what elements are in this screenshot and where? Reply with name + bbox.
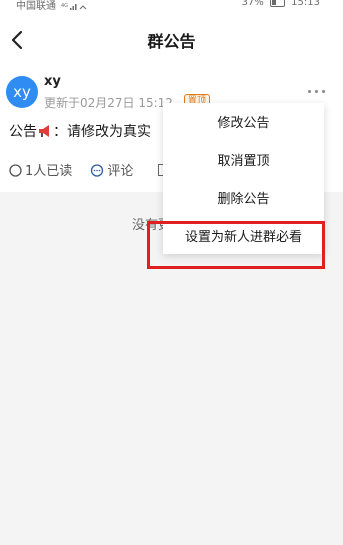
circle-icon: [9, 164, 22, 177]
battery-icon: [269, 0, 285, 7]
status-bar: 中国联通 4G 37% 15:13: [0, 0, 343, 12]
avatar[interactable]: xy: [6, 76, 38, 108]
status-right: 37% 15:13: [242, 0, 320, 8]
action-row: 1人已读 评论: [9, 160, 147, 179]
author-name: xy: [44, 74, 61, 89]
network-type: 4G: [61, 3, 68, 9]
battery-percent: 37%: [241, 0, 264, 8]
clock: 15:13: [291, 0, 320, 8]
highlight-box: [147, 221, 325, 269]
announcement-content: 公告 ：请修改为真实: [9, 121, 151, 141]
menu-item-edit[interactable]: 修改公告: [163, 105, 324, 143]
comment-label: 评论: [107, 164, 134, 179]
signal-icon: 4G: [61, 3, 87, 10]
nav-bar: 群公告: [0, 12, 343, 64]
read-count: 1人已读: [25, 164, 73, 179]
content-prefix: 公告: [9, 124, 37, 140]
content-text: ：请修改为真实: [53, 124, 151, 140]
page-title: 群公告: [147, 32, 196, 51]
menu-item-delete[interactable]: 删除公告: [163, 181, 324, 219]
megaphone-icon: [39, 125, 49, 137]
carrier-label: 中国联通: [16, 1, 56, 12]
read-count-button[interactable]: 1人已读: [9, 160, 72, 179]
comment-button[interactable]: 评论: [90, 160, 133, 179]
menu-item-unpin[interactable]: 取消置顶: [163, 143, 324, 181]
more-icon[interactable]: [306, 88, 328, 96]
updated-time: 更新于02月27日 15:12: [44, 96, 173, 110]
carrier-info: 中国联通 4G: [16, 0, 87, 12]
comment-icon: [91, 164, 104, 177]
